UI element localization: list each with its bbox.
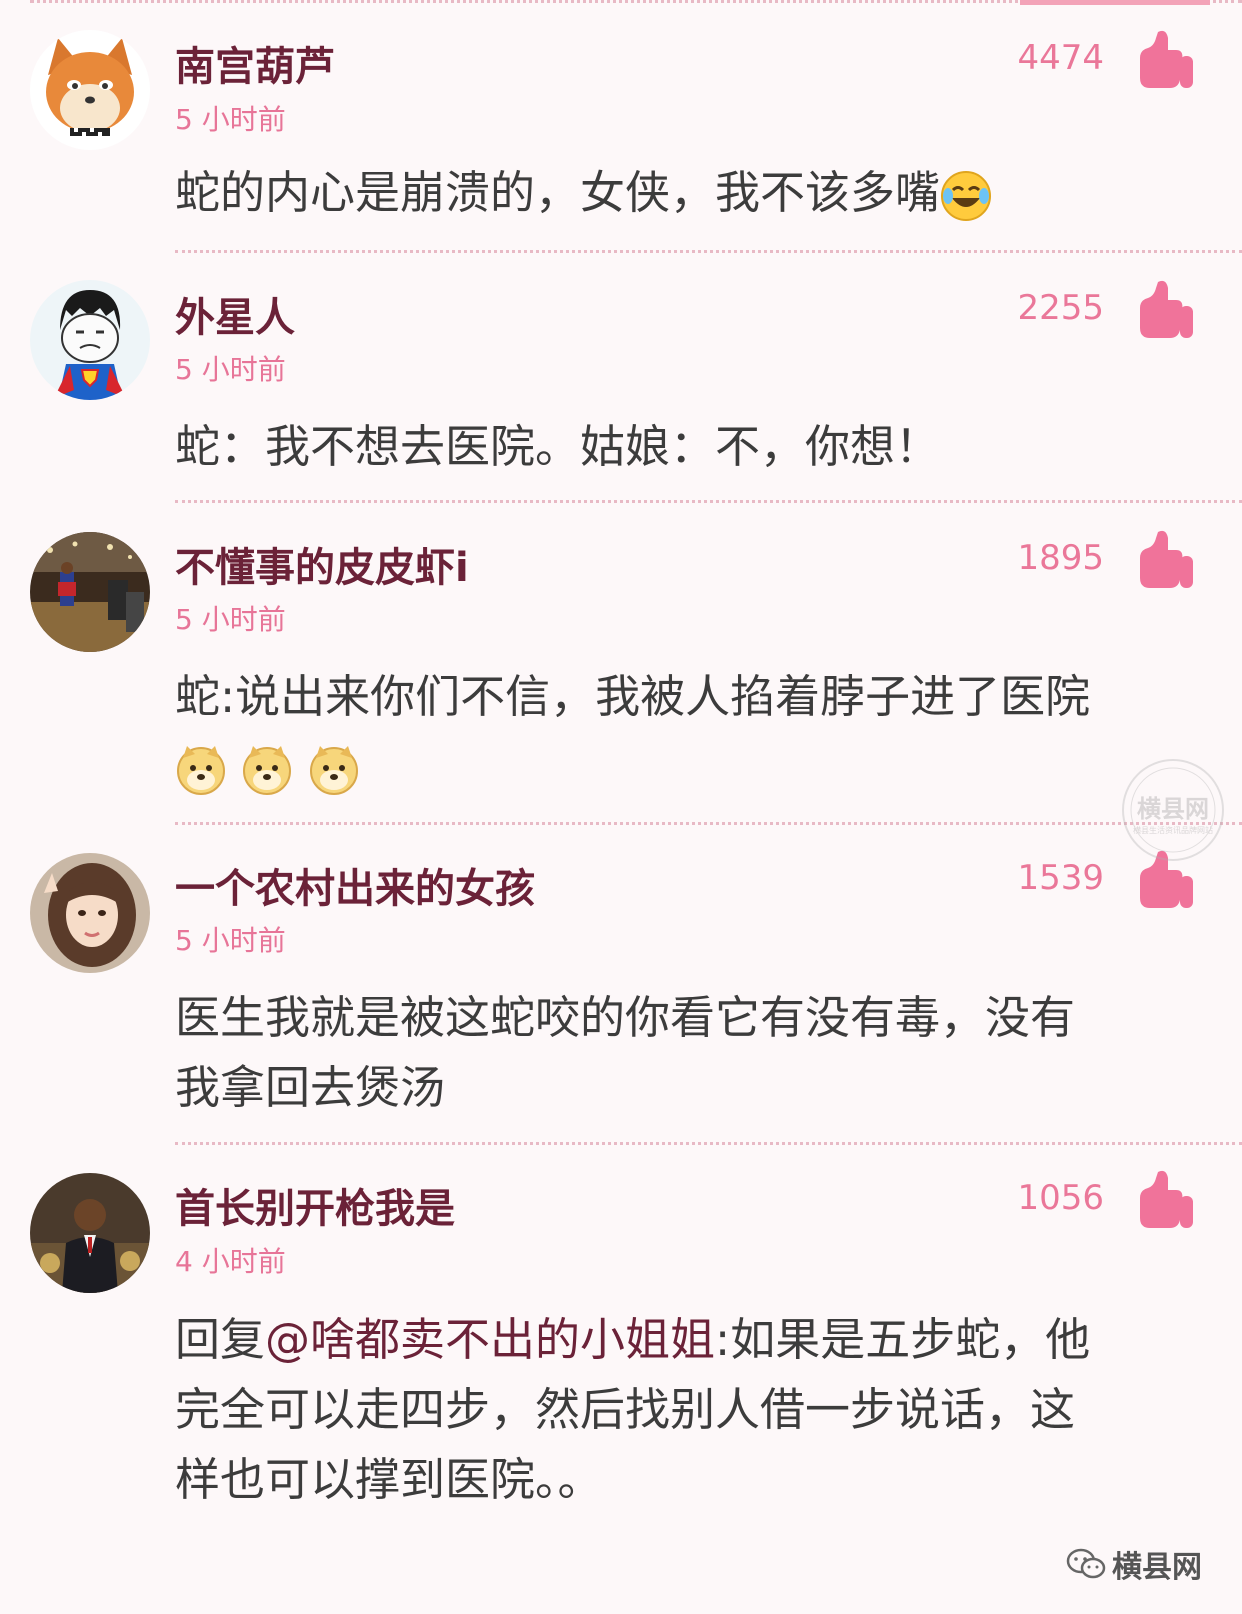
comment-line: 完全可以走四步，然后找别人借一步说话，这 [175,1383,1076,1436]
comment-line: 样也可以撑到医院。。 [175,1453,603,1506]
timestamp: 5 小时前 [175,103,286,136]
comment-text: 蛇:说出来你们不信，我被人掐着脖子进了医院 [175,662,1175,802]
username[interactable]: 首长别开枪我是 [175,1176,455,1234]
like-count: 1056 [1017,1178,1104,1218]
like-count: 4474 [1017,38,1104,78]
comment-line: 蛇的内心是崩溃的，女侠，我不该多嘴 [175,166,941,219]
comment-line: 医生我就是被这蛇咬的你看它有没有毒，没有 [175,991,1076,1044]
like-count: 2255 [1017,288,1104,328]
username[interactable]: 不懂事的皮皮虾i [175,535,469,593]
timestamp: 5 小时前 [175,353,286,386]
reply-mention-link[interactable]: @啥都卖不出的小姐姐 [265,1313,715,1366]
shiba-cartoon-avatar[interactable] [30,30,150,150]
laughing-crying-emoji [941,171,992,221]
comment-text: 回复@啥都卖不出的小姐姐:如果是五步蛇，他 完全可以走四步，然后找别人借一步说话… [175,1305,1175,1515]
like-count: 1895 [1017,538,1104,578]
doge-emoji [243,746,292,795]
comment-divider [175,1142,1242,1145]
watermark-seal: 横县网 横县生活资讯品牌网站 [1122,759,1224,861]
comment-text: 医生我就是被这蛇咬的你看它有没有毒，没有 我拿回去煲汤 [175,983,1175,1123]
comment-line: 蛇:说出来你们不信，我被人掐着脖子进了医院 [175,670,1091,723]
comment-text: 蛇的内心是崩溃的，女侠，我不该多嘴 [175,158,1175,228]
like-count: 1539 [1017,858,1104,898]
comment-divider [175,822,1242,825]
basketball-photo-avatar[interactable] [30,532,150,652]
top-accent-bar [1020,0,1210,5]
comment-divider [175,250,1242,253]
username[interactable]: 南宫葫芦 [175,34,335,92]
watermark-seal-subtext: 横县生活资讯品牌网站 [1133,825,1213,835]
comment-divider [175,500,1242,503]
comment-line: 蛇：我不想去医院。姑娘：不，你想！ [175,420,941,473]
username[interactable]: 外星人 [175,285,295,343]
timestamp: 4 小时前 [175,1245,286,1278]
thumbs-up-icon[interactable] [1136,1168,1194,1230]
timestamp: 5 小时前 [175,924,286,957]
reply-prefix: 回复 [175,1313,266,1366]
watermark-seal-text: 横县网 [1137,795,1209,823]
wechat-icon [1066,1548,1106,1579]
thumbs-up-icon[interactable] [1136,28,1194,90]
superman-meme-avatar[interactable] [30,280,150,400]
username[interactable]: 一个农村出来的女孩 [175,856,535,914]
comment-line: :如果是五步蛇，他 [715,1313,1091,1366]
footer-brand: 横县网 [1066,1542,1202,1586]
timestamp: 5 小时前 [175,603,286,636]
girl-photo-avatar[interactable] [30,853,150,973]
comment-text: 蛇：我不想去医院。姑娘：不，你想！ [175,412,1175,482]
man-suit-photo-avatar[interactable] [30,1173,150,1293]
doge-emoji [177,746,225,795]
thumbs-up-icon[interactable] [1136,528,1194,590]
comment-line: 我拿回去煲汤 [175,1061,446,1114]
footer-brand-text: 横县网 [1112,1550,1202,1585]
thumbs-up-icon[interactable] [1136,278,1194,340]
doge-emoji [309,746,358,795]
